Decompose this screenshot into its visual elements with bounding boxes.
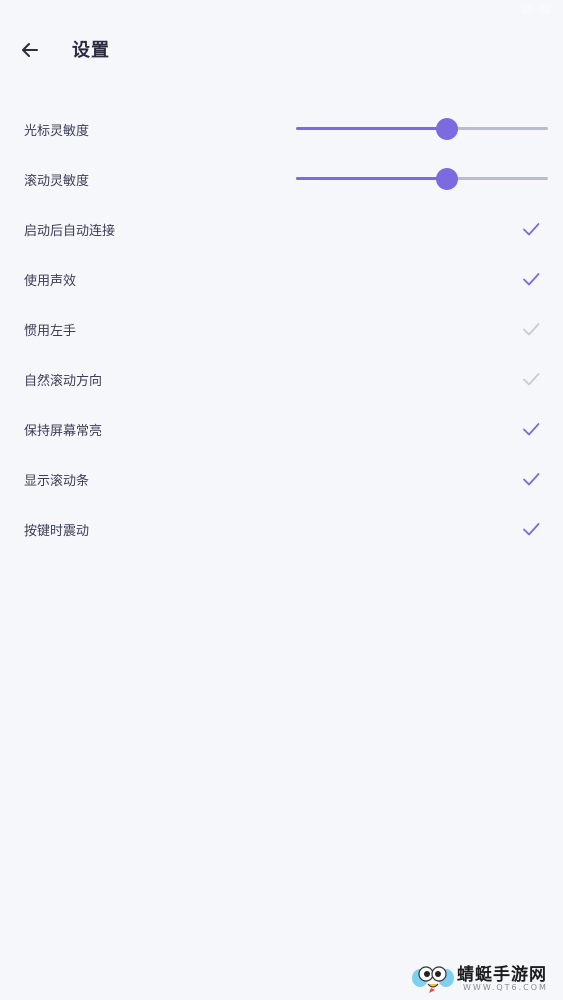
check-icon [523, 523, 540, 536]
slider-fill [296, 177, 448, 180]
back-button[interactable] [14, 34, 46, 66]
show-scrollbar-row[interactable]: 显示滚动条 [0, 454, 563, 504]
watermark: 蜻蜓手游网 WWW.QT6.COM [405, 960, 555, 996]
left-handed-label: 惯用左手 [24, 323, 77, 339]
vibrate-on-press-checkbox[interactable] [519, 517, 543, 541]
natural-scroll-row[interactable]: 自然滚动方向 [0, 354, 563, 404]
watermark-url: WWW.QT6.COM [463, 983, 548, 992]
cursor-sensitivity-label: 光标灵敏度 [24, 123, 90, 139]
cursor-sensitivity-slider[interactable] [296, 117, 548, 141]
slider-fill [296, 127, 448, 130]
auto-connect-row[interactable]: 启动后自动连接 [0, 204, 563, 254]
natural-scroll-checkbox[interactable] [519, 367, 543, 391]
sound-effects-row[interactable]: 使用声效 [0, 254, 563, 304]
sound-effects-checkbox[interactable] [519, 267, 543, 291]
left-handed-row[interactable]: 惯用左手 [0, 304, 563, 354]
keep-screen-on-row[interactable]: 保持屏幕常亮 [0, 404, 563, 454]
arrow-left-icon [22, 43, 38, 57]
cursor-sensitivity-row: 光标灵敏度 [0, 104, 563, 154]
auto-connect-label: 启动后自动连接 [24, 223, 116, 239]
auto-connect-checkbox[interactable] [519, 217, 543, 241]
watermark-name: 蜻蜓手游网 [457, 965, 547, 985]
scroll-sensitivity-row: 滚动灵敏度 [0, 154, 563, 204]
natural-scroll-label: 自然滚动方向 [24, 373, 103, 389]
show-scrollbar-label: 显示滚动条 [24, 473, 90, 489]
left-handed-checkbox[interactable] [519, 317, 543, 341]
status-bar [0, 0, 563, 24]
slider-thumb[interactable] [436, 118, 459, 140]
dragonfly-logo-icon [412, 966, 454, 993]
vibrate-on-press-label: 按键时震动 [24, 523, 90, 539]
check-icon [523, 273, 540, 286]
wifi-icon [521, 4, 533, 14]
slider-thumb[interactable] [436, 168, 459, 190]
show-scrollbar-checkbox[interactable] [519, 467, 543, 491]
keep-screen-on-checkbox[interactable] [519, 417, 543, 441]
app-bar: 设置 [0, 24, 563, 76]
battery-icon [539, 4, 551, 14]
scroll-sensitivity-slider[interactable] [296, 167, 548, 191]
page-title: 设置 [72, 40, 110, 61]
keep-screen-on-label: 保持屏幕常亮 [24, 423, 103, 439]
vibrate-on-press-row[interactable]: 按键时震动 [0, 504, 563, 554]
status-icons [521, 4, 551, 14]
check-icon [523, 473, 540, 486]
check-icon [523, 423, 540, 436]
scroll-sensitivity-label: 滚动灵敏度 [24, 173, 90, 189]
sound-effects-label: 使用声效 [24, 273, 77, 289]
check-icon [523, 373, 540, 386]
check-icon [523, 323, 540, 336]
check-icon [523, 223, 540, 236]
settings-list: 光标灵敏度 滚动灵敏度 启动后自动连接 使用声效 惯用左手 自然滚动方向 保持屏… [0, 104, 563, 554]
